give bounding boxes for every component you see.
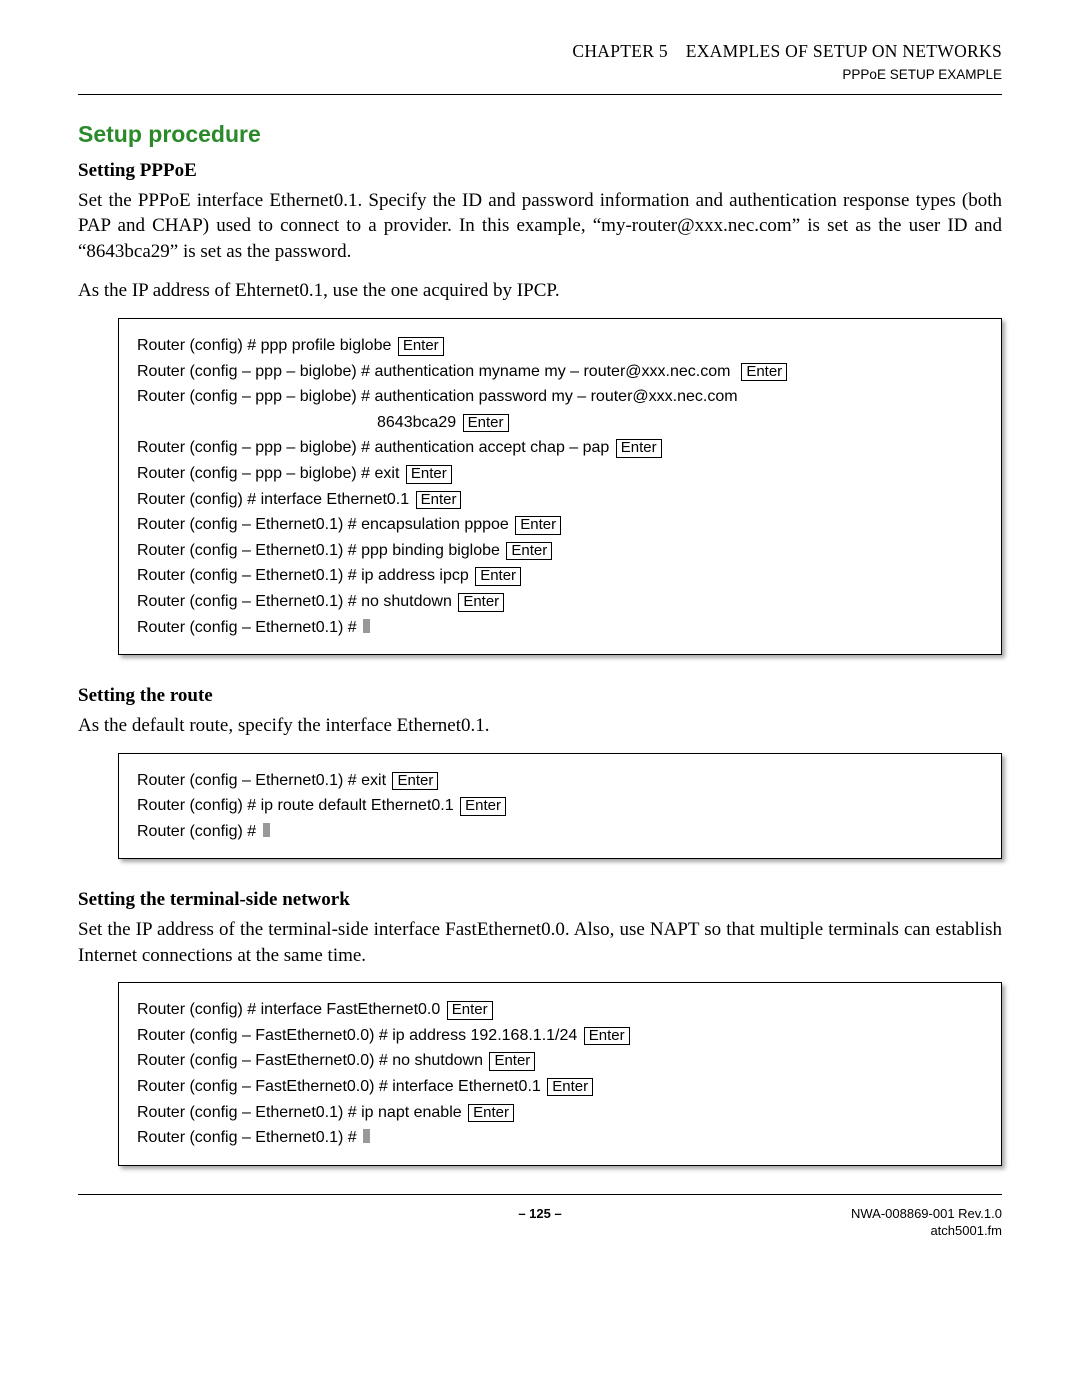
code-line: Router (config – ppp – biglobe) # exit E…: [137, 461, 983, 487]
footer-right: NWA-008869-001 Rev.1.0 atch5001.fm: [802, 1205, 1002, 1240]
cursor: [363, 1129, 370, 1143]
subheading-pppoe: Setting PPPoE: [78, 158, 1002, 184]
code-line: Router (config) # interface Ethernet0.1 …: [137, 487, 983, 513]
code-text: Router (config) #: [137, 823, 261, 840]
cursor: [263, 823, 270, 837]
code-line: Router (config – Ethernet0.1) # ppp bind…: [137, 538, 983, 564]
main-heading: Setup procedure: [78, 119, 1002, 150]
enter-key: Enter: [468, 1104, 514, 1123]
code-text: Router (config) # ip route default Ether…: [137, 797, 454, 814]
code-line: Router (config) # ppp profile biglobe En…: [137, 333, 983, 359]
paragraph: Set the PPPoE interface Ethernet0.1. Spe…: [78, 188, 1002, 265]
code-line: Router (config – ppp – biglobe) # authen…: [137, 384, 983, 410]
code-line: Router (config – Ethernet0.1) #: [137, 615, 983, 641]
code-line: Router (config) #: [137, 819, 983, 845]
code-text: Router (config – Ethernet0.1) #: [137, 1129, 361, 1146]
code-box-route: Router (config – Ethernet0.1) # exit Ent…: [118, 753, 1002, 860]
paragraph: Set the IP address of the terminal-side …: [78, 917, 1002, 968]
chapter-label: CHAPTER 5 EXAMPLES OF SETUP ON NETWORKS: [78, 40, 1002, 64]
code-box-pppoe: Router (config) # ppp profile biglobe En…: [118, 318, 1002, 655]
code-text: Router (config) # ppp profile biglobe: [137, 337, 391, 354]
code-text: Router (config – Ethernet0.1) # ip napt …: [137, 1104, 462, 1121]
code-text: Router (config – FastEthernet0.0) # inte…: [137, 1078, 541, 1095]
enter-key: Enter: [547, 1078, 593, 1097]
enter-key: Enter: [460, 797, 506, 816]
code-line: Router (config) # interface FastEthernet…: [137, 997, 983, 1023]
page-header: CHAPTER 5 EXAMPLES OF SETUP ON NETWORKS …: [78, 40, 1002, 84]
code-text: Router (config – ppp – biglobe) # authen…: [137, 363, 730, 380]
code-line: Router (config – Ethernet0.1) #: [137, 1125, 983, 1151]
enter-key: Enter: [489, 1052, 535, 1071]
code-text: Router (config) # interface FastEthernet…: [137, 1001, 440, 1018]
enter-key: Enter: [398, 337, 444, 356]
header-rule: [78, 94, 1002, 95]
code-line: Router (config – ppp – biglobe) # authen…: [137, 359, 983, 385]
code-text: Router (config – Ethernet0.1) # ip addre…: [137, 567, 469, 584]
enter-key: Enter: [392, 772, 438, 791]
code-line: Router (config – Ethernet0.1) # encapsul…: [137, 512, 983, 538]
code-text: Router (config – Ethernet0.1) # no shutd…: [137, 593, 452, 610]
footer-rule: [78, 1194, 1002, 1195]
enter-key: Enter: [475, 567, 521, 586]
code-line: Router (config – Ethernet0.1) # exit Ent…: [137, 768, 983, 794]
enter-key: Enter: [463, 414, 509, 433]
code-line: Router (config) # ip route default Ether…: [137, 793, 983, 819]
code-text: Router (config) # interface Ethernet0.1: [137, 491, 409, 508]
enter-key: Enter: [741, 363, 787, 382]
enter-key: Enter: [506, 542, 552, 561]
code-line: Router (config – FastEthernet0.0) # ip a…: [137, 1023, 983, 1049]
code-line: Router (config – FastEthernet0.0) # no s…: [137, 1048, 983, 1074]
code-text: Router (config – ppp – biglobe) # authen…: [137, 388, 738, 405]
doc-file: atch5001.fm: [802, 1222, 1002, 1240]
code-text: 8643bca29: [137, 410, 456, 436]
paragraph: As the IP address of Ehternet0.1, use th…: [78, 278, 1002, 304]
page-number: – 125 –: [278, 1205, 802, 1223]
section-label: PPPoE SETUP EXAMPLE: [78, 66, 1002, 84]
code-line: Router (config – Ethernet0.1) # ip addre…: [137, 563, 983, 589]
paragraph: As the default route, specify the interf…: [78, 713, 1002, 739]
enter-key: Enter: [584, 1027, 630, 1046]
code-text: Router (config – Ethernet0.1) # exit: [137, 772, 386, 789]
code-line: Router (config – FastEthernet0.0) # inte…: [137, 1074, 983, 1100]
code-line: 8643bca29 Enter: [137, 410, 983, 436]
code-line: Router (config – Ethernet0.1) # ip napt …: [137, 1100, 983, 1126]
code-text: Router (config – ppp – biglobe) # exit: [137, 465, 399, 482]
enter-key: Enter: [616, 439, 662, 458]
code-line: Router (config – ppp – biglobe) # authen…: [137, 435, 983, 461]
code-text: Router (config – FastEthernet0.0) # no s…: [137, 1052, 483, 1069]
code-line: Router (config – Ethernet0.1) # no shutd…: [137, 589, 983, 615]
cursor: [363, 619, 370, 633]
enter-key: Enter: [515, 516, 561, 535]
enter-key: Enter: [458, 593, 504, 612]
code-text: Router (config – Ethernet0.1) # ppp bind…: [137, 542, 500, 559]
page-footer: – 125 – NWA-008869-001 Rev.1.0 atch5001.…: [78, 1205, 1002, 1240]
code-text: Router (config – ppp – biglobe) # authen…: [137, 439, 609, 456]
enter-key: Enter: [416, 491, 462, 510]
enter-key: Enter: [447, 1001, 493, 1020]
subheading-route: Setting the route: [78, 683, 1002, 709]
code-text: Router (config – FastEthernet0.0) # ip a…: [137, 1027, 577, 1044]
code-text: Router (config – Ethernet0.1) #: [137, 619, 361, 636]
code-text: Router (config – Ethernet0.1) # encapsul…: [137, 516, 509, 533]
code-box-terminal: Router (config) # interface FastEthernet…: [118, 982, 1002, 1166]
enter-key: Enter: [406, 465, 452, 484]
subheading-terminal: Setting the terminal-side network: [78, 887, 1002, 913]
doc-number: NWA-008869-001 Rev.1.0: [802, 1205, 1002, 1223]
